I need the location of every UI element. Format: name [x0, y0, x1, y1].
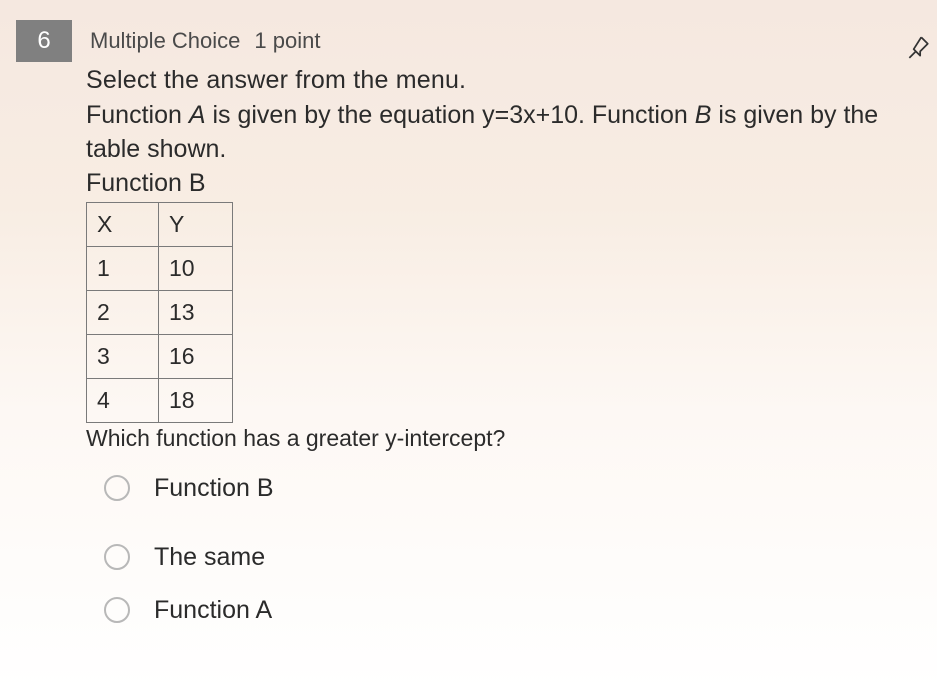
table-cell: 16 [159, 334, 233, 378]
radio-button[interactable] [104, 597, 130, 623]
table-title: Function B [86, 169, 907, 198]
answer-options: Function B The same Function A [86, 474, 907, 625]
option-function-b[interactable]: Function B [104, 474, 907, 503]
question-header: 6 Multiple Choice 1 point [0, 0, 937, 62]
question-type-label: Multiple Choice [90, 28, 240, 54]
table-row: 3 16 [87, 334, 233, 378]
prompt-line-2: Function A is given by the equation y=3x… [86, 99, 907, 167]
table-row: 1 10 [87, 246, 233, 290]
function-a-label: A [189, 101, 206, 129]
table-header-row: X Y [87, 202, 233, 246]
radio-button[interactable] [104, 544, 130, 570]
table-cell: 13 [159, 290, 233, 334]
radio-button[interactable] [104, 475, 130, 501]
function-b-label: B [695, 101, 712, 129]
table-row: 2 13 [87, 290, 233, 334]
table-header-x: X [87, 202, 159, 246]
post-question-text: Which function has a greater y-intercept… [86, 425, 907, 452]
table-cell: 3 [87, 334, 159, 378]
pin-icon[interactable] [905, 34, 931, 65]
question-number-badge: 6 [16, 20, 72, 62]
table-cell: 1 [87, 246, 159, 290]
table-cell: 4 [87, 378, 159, 422]
table-cell: 2 [87, 290, 159, 334]
table-cell: 10 [159, 246, 233, 290]
function-b-table: X Y 1 10 2 13 3 16 4 18 [86, 202, 233, 423]
table-cell: 18 [159, 378, 233, 422]
question-number-text: 6 [37, 27, 50, 55]
option-label: Function B [154, 474, 274, 503]
option-the-same[interactable]: The same [104, 543, 907, 572]
question-content: Select the answer from the menu. Functio… [0, 62, 937, 625]
option-label: Function A [154, 596, 272, 625]
table-header-y: Y [159, 202, 233, 246]
option-label: The same [154, 543, 265, 572]
prompt-line-1: Select the answer from the menu. [86, 66, 907, 95]
question-points-label: 1 point [254, 28, 320, 54]
table-row: 4 18 [87, 378, 233, 422]
prompt-text: is given by the equation y=3x+10. Functi… [206, 101, 695, 129]
prompt-text: Function [86, 101, 189, 129]
option-function-a[interactable]: Function A [104, 596, 907, 625]
